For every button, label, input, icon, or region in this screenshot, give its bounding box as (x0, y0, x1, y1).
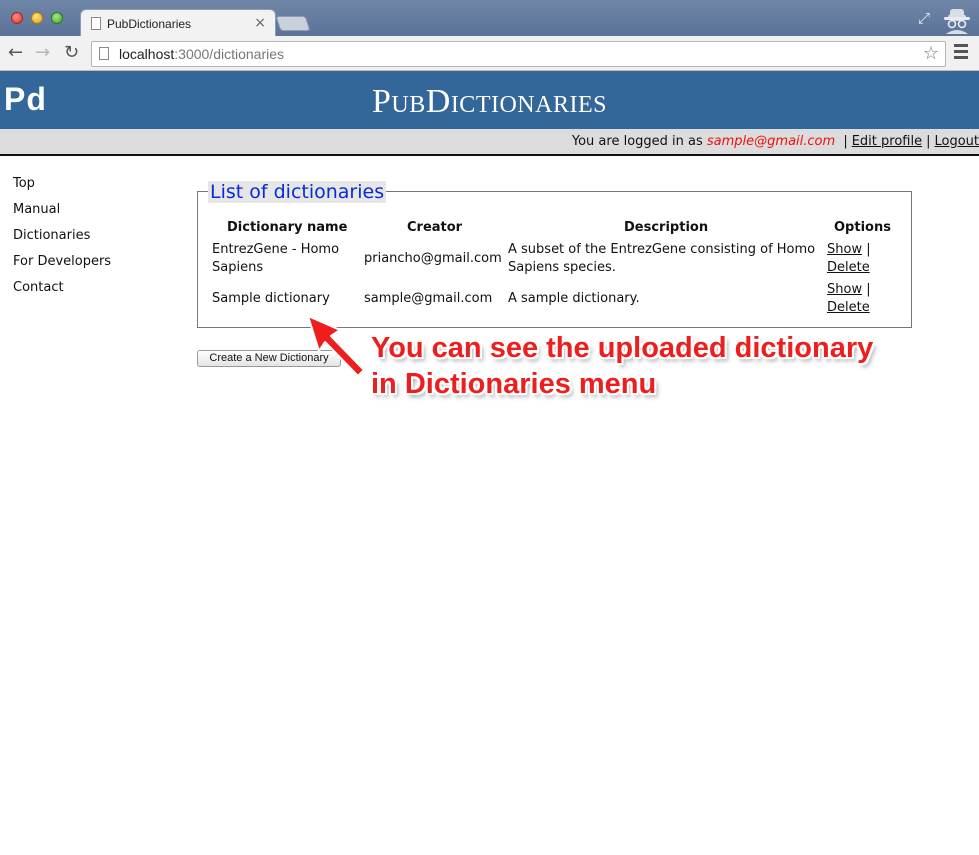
tab-title: PubDictionaries (107, 17, 192, 31)
annotation-callout: You can see the uploaded dictionary in D… (371, 330, 873, 402)
user-bar: You are logged in as sample@gmail.com | E… (0, 129, 979, 156)
address-bar[interactable]: localhost:3000/dictionaries ☆ (91, 41, 946, 67)
page-icon (99, 47, 109, 60)
tab-close-icon[interactable]: × (254, 15, 266, 31)
row-options: Show | Delete (827, 281, 871, 317)
logout-link[interactable]: Logout (934, 134, 979, 149)
separator: | (926, 134, 931, 149)
login-status-text: You are logged in as (571, 134, 703, 149)
separator: | (843, 134, 848, 149)
dictionary-creator: priancho@gmail.com (364, 251, 502, 266)
delete-link[interactable]: Delete (827, 260, 870, 275)
menu-icon[interactable] (954, 44, 968, 62)
dictionary-description: A subset of the EntrezGene consisting of… (508, 241, 815, 277)
column-header-name: Dictionary name (227, 220, 348, 235)
edit-profile-link[interactable]: Edit profile (852, 134, 922, 149)
row-options: Show | Delete (827, 241, 871, 277)
site-header: Pd PubDictionaries (0, 71, 979, 129)
window-close-button[interactable] (11, 12, 23, 24)
dictionary-name: Sample dictionary (212, 291, 330, 306)
separator: | (866, 242, 871, 257)
window-minimize-button[interactable] (31, 12, 43, 24)
user-email: sample@gmail.com (706, 134, 836, 149)
forward-icon[interactable]: → (35, 42, 50, 63)
annotation-line: You can see the uploaded dictionary (371, 332, 874, 364)
panel-legend: List of dictionaries (208, 181, 387, 203)
column-header-description: Description (624, 220, 709, 235)
url-text: localhost:3000/dictionaries (119, 46, 284, 62)
side-nav: Top Manual Dictionaries For Developers C… (13, 175, 111, 305)
back-icon[interactable]: ← (8, 42, 23, 63)
window-maximize-button[interactable] (51, 12, 63, 24)
annotation-line: in Dictionaries menu (371, 368, 657, 400)
nav-item-dictionaries[interactable]: Dictionaries (13, 227, 111, 253)
delete-link[interactable]: Delete (827, 300, 870, 315)
description-line: A subset of the EntrezGene consisting of… (508, 242, 816, 257)
browser-tab[interactable]: PubDictionaries × (80, 9, 276, 37)
fullscreen-icon[interactable]: ⤢ (918, 9, 930, 27)
reload-icon[interactable]: ↻ (64, 42, 79, 63)
description-line: Sapiens species. (508, 260, 616, 275)
nav-item-manual[interactable]: Manual (13, 201, 111, 227)
column-header-creator: Creator (407, 220, 463, 235)
star-icon[interactable]: ☆ (923, 43, 939, 64)
table-row: Sample dictionary (212, 290, 330, 308)
nav-item-for-developers[interactable]: For Developers (13, 253, 111, 279)
show-link[interactable]: Show (827, 242, 862, 257)
page-icon (91, 17, 101, 30)
new-tab-button[interactable] (275, 16, 311, 31)
table-row: EntrezGene - Homo Sapiens (212, 241, 339, 277)
incognito-icon (944, 9, 970, 34)
show-link[interactable]: Show (827, 282, 862, 297)
dictionary-creator: sample@gmail.com (364, 291, 493, 306)
column-header-options: Options (834, 220, 891, 235)
url-host: localhost (119, 46, 175, 62)
browser-toolbar: ← → ↻ localhost:3000/dictionaries ☆ (0, 36, 979, 71)
dictionary-name-cont: Sapiens (212, 260, 264, 275)
nav-item-top[interactable]: Top (13, 175, 111, 201)
url-path: :3000/dictionaries (174, 46, 285, 62)
dictionary-description: A sample dictionary. (508, 291, 640, 306)
browser-titlebar: PubDictionaries × ⤢ (0, 0, 979, 37)
separator: | (866, 282, 871, 297)
site-title: PubDictionaries (372, 83, 607, 120)
annotation-arrow-icon (307, 315, 365, 377)
nav-item-contact[interactable]: Contact (13, 279, 111, 305)
dictionary-name: EntrezGene - Homo (212, 242, 340, 257)
